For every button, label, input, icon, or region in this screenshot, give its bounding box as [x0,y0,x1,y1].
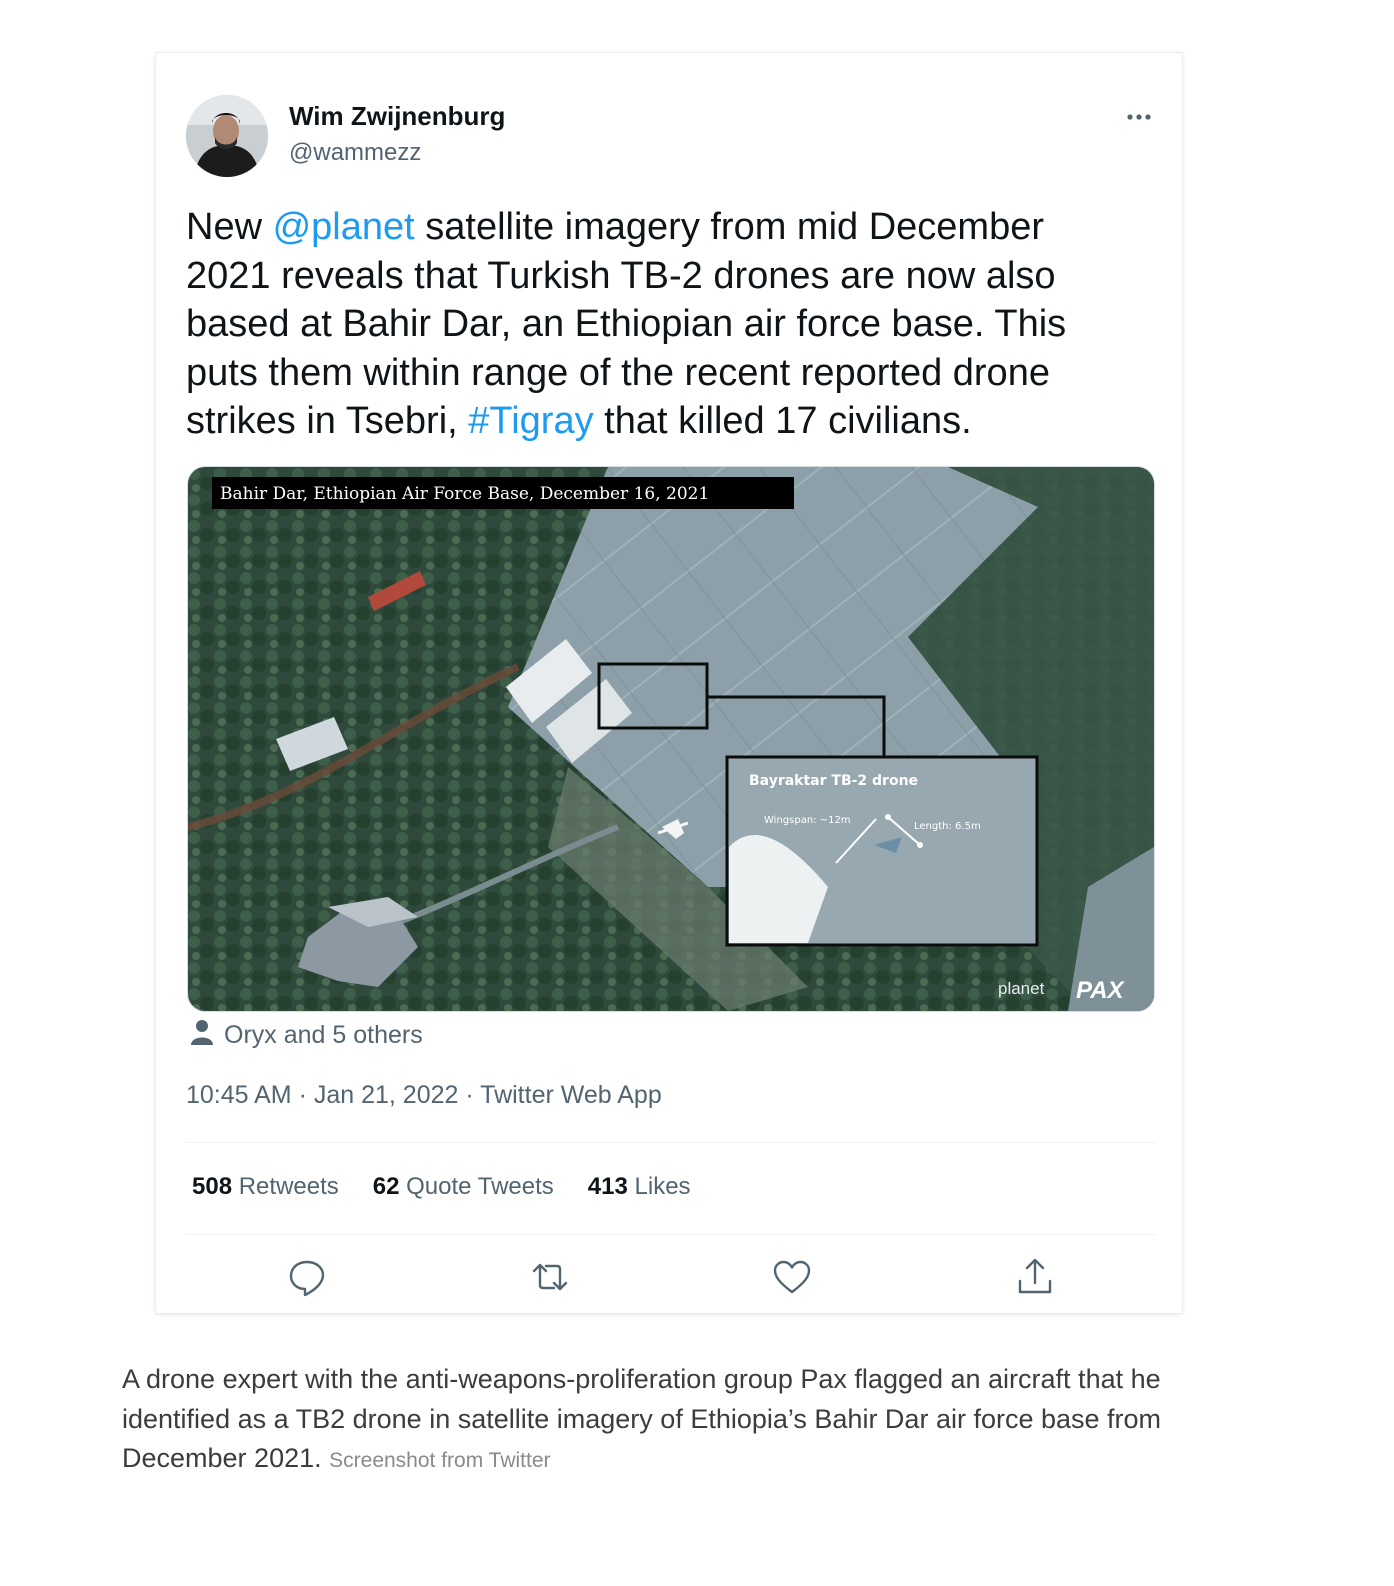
tweet-text-part: New [186,206,273,248]
inset-zoom: Bayraktar TB-2 drone Wingspan: ~12m Leng… [725,755,1039,947]
share-icon[interactable] [1013,1255,1057,1299]
quote-tweets-count: 62 [372,1173,400,1200]
article-caption: A drone expert with the anti-weapons-pro… [122,1360,1232,1481]
inset-title: Bayraktar TB-2 drone [749,773,918,789]
mention-link[interactable]: @planet [273,206,415,248]
author-name[interactable]: Wim Zwijnenburg [289,101,505,132]
author-handle[interactable]: @wammezz [289,139,421,167]
retweet-icon[interactable] [528,1255,572,1299]
image-title: Bahir Dar, Ethiopian Air Force Base, Dec… [220,484,709,504]
quote-tweets-stat[interactable]: 62 Quote Tweets [373,1173,554,1201]
likes-count: 413 [587,1173,628,1200]
caption-text: A drone expert with the anti-weapons-pro… [122,1364,1162,1473]
hashtag-link[interactable]: #Tigray [468,400,593,442]
likes-label: Likes [634,1173,691,1200]
quote-tweets-label: Quote Tweets [406,1173,554,1200]
more-options-icon[interactable] [1124,107,1156,127]
wingspan-label: Wingspan: ~12m [764,815,851,826]
tweet-card: Wim Zwijnenburg @wammezz New @planet sat… [156,53,1182,1313]
length-label: Length: 6.5m [914,821,981,832]
engagement-stats: 508 Retweets 62 Quote Tweets 413 Likes [192,1173,691,1201]
divider [186,1234,1156,1235]
planet-watermark: planet [998,979,1045,998]
retweets-label: Retweets [238,1173,339,1200]
tagged-people[interactable]: Oryx and 5 others [190,1019,423,1052]
pax-logo: PAX [1076,977,1126,1004]
author-avatar[interactable] [186,95,268,177]
tagged-people-label: Oryx and 5 others [224,1021,423,1049]
satellite-image[interactable]: Bayraktar TB-2 drone Wingspan: ~12m Leng… [187,466,1155,1012]
divider [186,1142,1156,1143]
retweets-stat[interactable]: 508 Retweets [192,1173,339,1201]
image-credit: Screenshot from Twitter [329,1449,551,1472]
reply-icon[interactable] [285,1255,329,1299]
tweet-text-part: that killed 17 civilians. [593,400,972,442]
action-bar [186,1249,1156,1301]
tweet-text: New @planet satellite imagery from mid D… [186,203,1126,446]
retweets-count: 508 [192,1173,233,1200]
tweet-timestamp[interactable]: 10:45 AM · Jan 21, 2022 · Twitter Web Ap… [186,1081,662,1110]
likes-stat[interactable]: 413 Likes [588,1173,691,1201]
person-icon [190,1019,214,1052]
like-icon[interactable] [770,1255,814,1299]
